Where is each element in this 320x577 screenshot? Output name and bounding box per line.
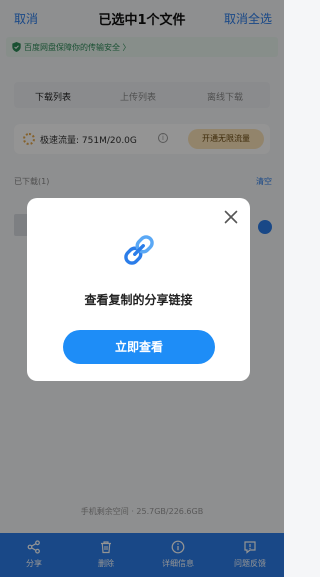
link-icon [124, 235, 154, 265]
view-now-button[interactable]: 立即查看 [63, 330, 215, 364]
share-link-dialog: 查看复制的分享链接 立即查看 [27, 198, 250, 381]
dialog-message: 查看复制的分享链接 [84, 293, 193, 307]
close-icon[interactable] [224, 210, 238, 224]
